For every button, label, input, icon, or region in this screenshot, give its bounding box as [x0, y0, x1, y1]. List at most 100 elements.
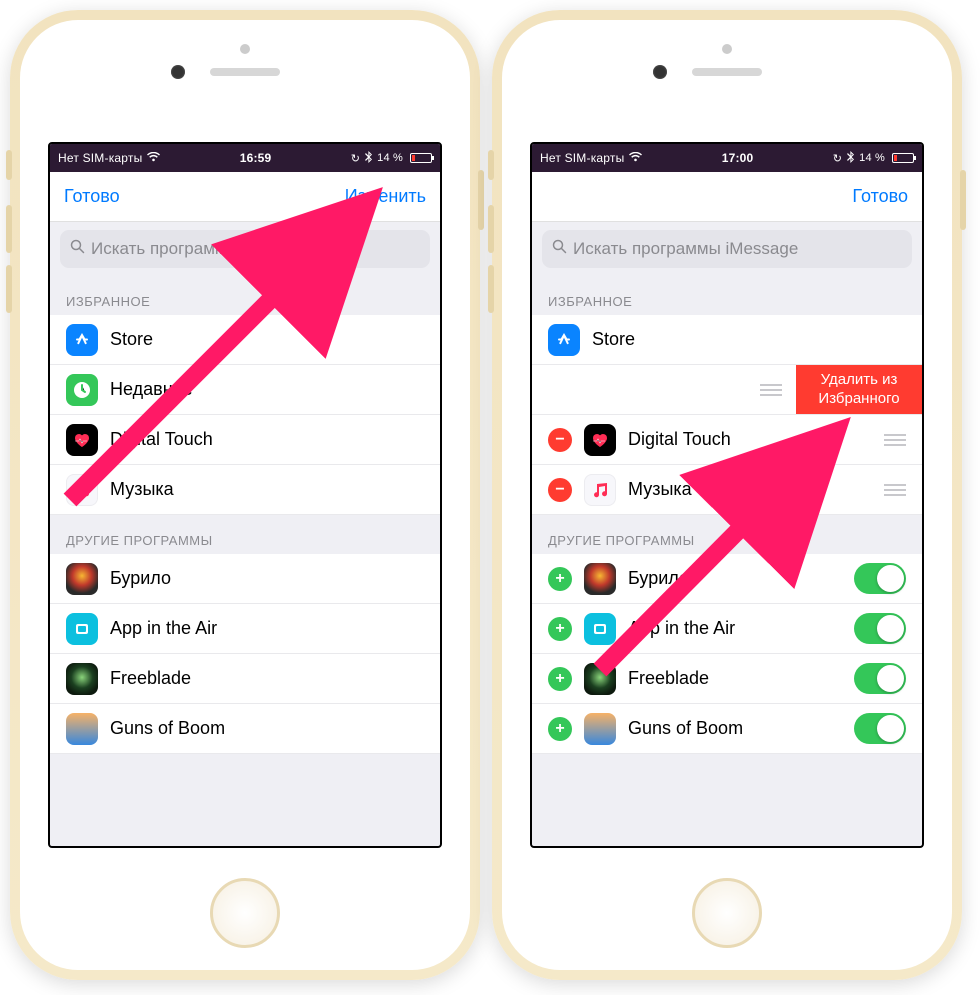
row-label: Store	[592, 329, 906, 350]
section-other-header: ДРУГИЕ ПРОГРАММЫ	[50, 515, 440, 554]
fav-row-store[interactable]: Store	[50, 315, 440, 365]
row-label: Бурило	[628, 568, 842, 589]
other-row-freeblade[interactable]: + Freeblade	[532, 654, 922, 704]
phone-left: Нет SIM-карты 16:59 ↻ 14 % Готово	[10, 10, 480, 980]
search-icon	[552, 239, 567, 259]
other-row-guns[interactable]: Guns of Boom	[50, 704, 440, 754]
heart-icon	[66, 424, 98, 456]
drag-handle-icon[interactable]	[884, 484, 906, 496]
fav-row-digital-touch[interactable]: Digital Touch	[50, 415, 440, 465]
drag-handle-icon[interactable]	[760, 384, 782, 396]
fav-row-store[interactable]: Store	[532, 315, 922, 365]
front-camera	[653, 65, 667, 79]
wifi-icon	[147, 152, 160, 165]
guns-icon	[66, 713, 98, 745]
fav-row-music[interactable]: − Музыка	[532, 465, 922, 515]
freeblade-icon	[66, 663, 98, 695]
rotation-lock-icon: ↻	[833, 152, 842, 165]
mute-switch	[488, 150, 494, 180]
battery-icon	[892, 153, 914, 163]
volume-up	[488, 205, 494, 253]
row-label: Бурило	[110, 568, 424, 589]
fav-row-recent-swiped[interactable]: давние Удалить из Избранного	[532, 365, 922, 415]
search-bar: Искать программы iMessage	[532, 222, 922, 276]
phone-bezel: Нет SIM-карты 17:00 ↻ 14 % Готов	[502, 20, 952, 970]
heart-icon	[584, 424, 616, 456]
music-icon	[66, 474, 98, 506]
search-input[interactable]: Искать программы iMessage	[60, 230, 430, 268]
store-icon	[548, 324, 580, 356]
battery-pct: 14 %	[859, 152, 885, 164]
fav-row-music[interactable]: Музыка	[50, 465, 440, 515]
remove-minus-button[interactable]: −	[548, 478, 572, 502]
status-time: 17:00	[642, 151, 832, 165]
drag-handle-icon[interactable]	[884, 434, 906, 446]
status-time: 16:59	[160, 151, 350, 165]
sim-status: Нет SIM-карты	[540, 151, 624, 165]
row-label: Digital Touch	[110, 429, 424, 450]
battery-pct: 14 %	[377, 152, 403, 164]
remove-minus-button[interactable]: −	[548, 428, 572, 452]
screen-left: Нет SIM-карты 16:59 ↻ 14 % Готово	[48, 142, 442, 848]
section-favorites-header: ИЗБРАННОЕ	[50, 276, 440, 315]
row-label: Freeblade	[110, 668, 424, 689]
row-label: Музыка	[628, 479, 872, 500]
screen-right: Нет SIM-карты 17:00 ↻ 14 % Готов	[530, 142, 924, 848]
power-button	[960, 170, 966, 230]
add-plus-button[interactable]: +	[548, 567, 572, 591]
search-icon	[70, 239, 85, 259]
nav-done-button[interactable]: Готово	[64, 186, 120, 207]
row-label: Музыка	[110, 479, 424, 500]
status-left: Нет SIM-карты	[58, 151, 160, 165]
other-row-burilo[interactable]: + Бурило	[532, 554, 922, 604]
row-label: давние	[530, 379, 796, 400]
freeblade-icon	[584, 663, 616, 695]
volume-down	[6, 265, 12, 313]
bluetooth-icon	[365, 151, 372, 166]
other-row-freeblade[interactable]: Freeblade	[50, 654, 440, 704]
home-button[interactable]	[692, 878, 762, 948]
remove-from-favorites-button[interactable]: Удалить из Избранного	[796, 365, 922, 414]
volume-up	[6, 205, 12, 253]
section-favorites-header: ИЗБРАННОЕ	[532, 276, 922, 315]
rotation-lock-icon: ↻	[351, 152, 360, 165]
burilo-icon	[66, 563, 98, 595]
status-right: ↻ 14 %	[833, 151, 914, 166]
fav-row-digital-touch[interactable]: − Digital Touch	[532, 415, 922, 465]
status-bar: Нет SIM-карты 17:00 ↻ 14 %	[532, 144, 922, 172]
nav-edit-button[interactable]: Изменить	[345, 186, 426, 207]
toggle-switch[interactable]	[854, 663, 906, 694]
home-button[interactable]	[210, 878, 280, 948]
row-label: App in the Air	[110, 618, 424, 639]
toggle-switch[interactable]	[854, 613, 906, 644]
row-label: App in the Air	[628, 618, 842, 639]
volume-down	[488, 265, 494, 313]
fav-row-recent[interactable]: Недавние	[50, 365, 440, 415]
nav-bar: Готово Изменить	[50, 172, 440, 222]
row-label: Guns of Boom	[628, 718, 842, 739]
status-left: Нет SIM-карты	[540, 151, 642, 165]
nav-done-button[interactable]: Готово	[852, 186, 908, 207]
search-input[interactable]: Искать программы iMessage	[542, 230, 912, 268]
clock-icon	[66, 374, 98, 406]
add-plus-button[interactable]: +	[548, 717, 572, 741]
toggle-switch[interactable]	[854, 713, 906, 744]
row-label: Freeblade	[628, 668, 842, 689]
mute-switch	[6, 150, 12, 180]
front-camera	[171, 65, 185, 79]
add-plus-button[interactable]: +	[548, 667, 572, 691]
other-row-air[interactable]: App in the Air	[50, 604, 440, 654]
earpiece	[692, 68, 762, 76]
other-row-burilo[interactable]: Бурило	[50, 554, 440, 604]
section-other-header: ДРУГИЕ ПРОГРАММЫ	[532, 515, 922, 554]
search-placeholder: Искать программы iMessage	[573, 239, 798, 259]
status-right: ↻ 14 %	[351, 151, 432, 166]
music-icon	[584, 474, 616, 506]
air-icon	[584, 613, 616, 645]
other-row-guns[interactable]: + Guns of Boom	[532, 704, 922, 754]
other-row-air[interactable]: + App in the Air	[532, 604, 922, 654]
toggle-switch[interactable]	[854, 563, 906, 594]
power-button	[478, 170, 484, 230]
search-placeholder: Искать программы iMessage	[91, 239, 316, 259]
add-plus-button[interactable]: +	[548, 617, 572, 641]
